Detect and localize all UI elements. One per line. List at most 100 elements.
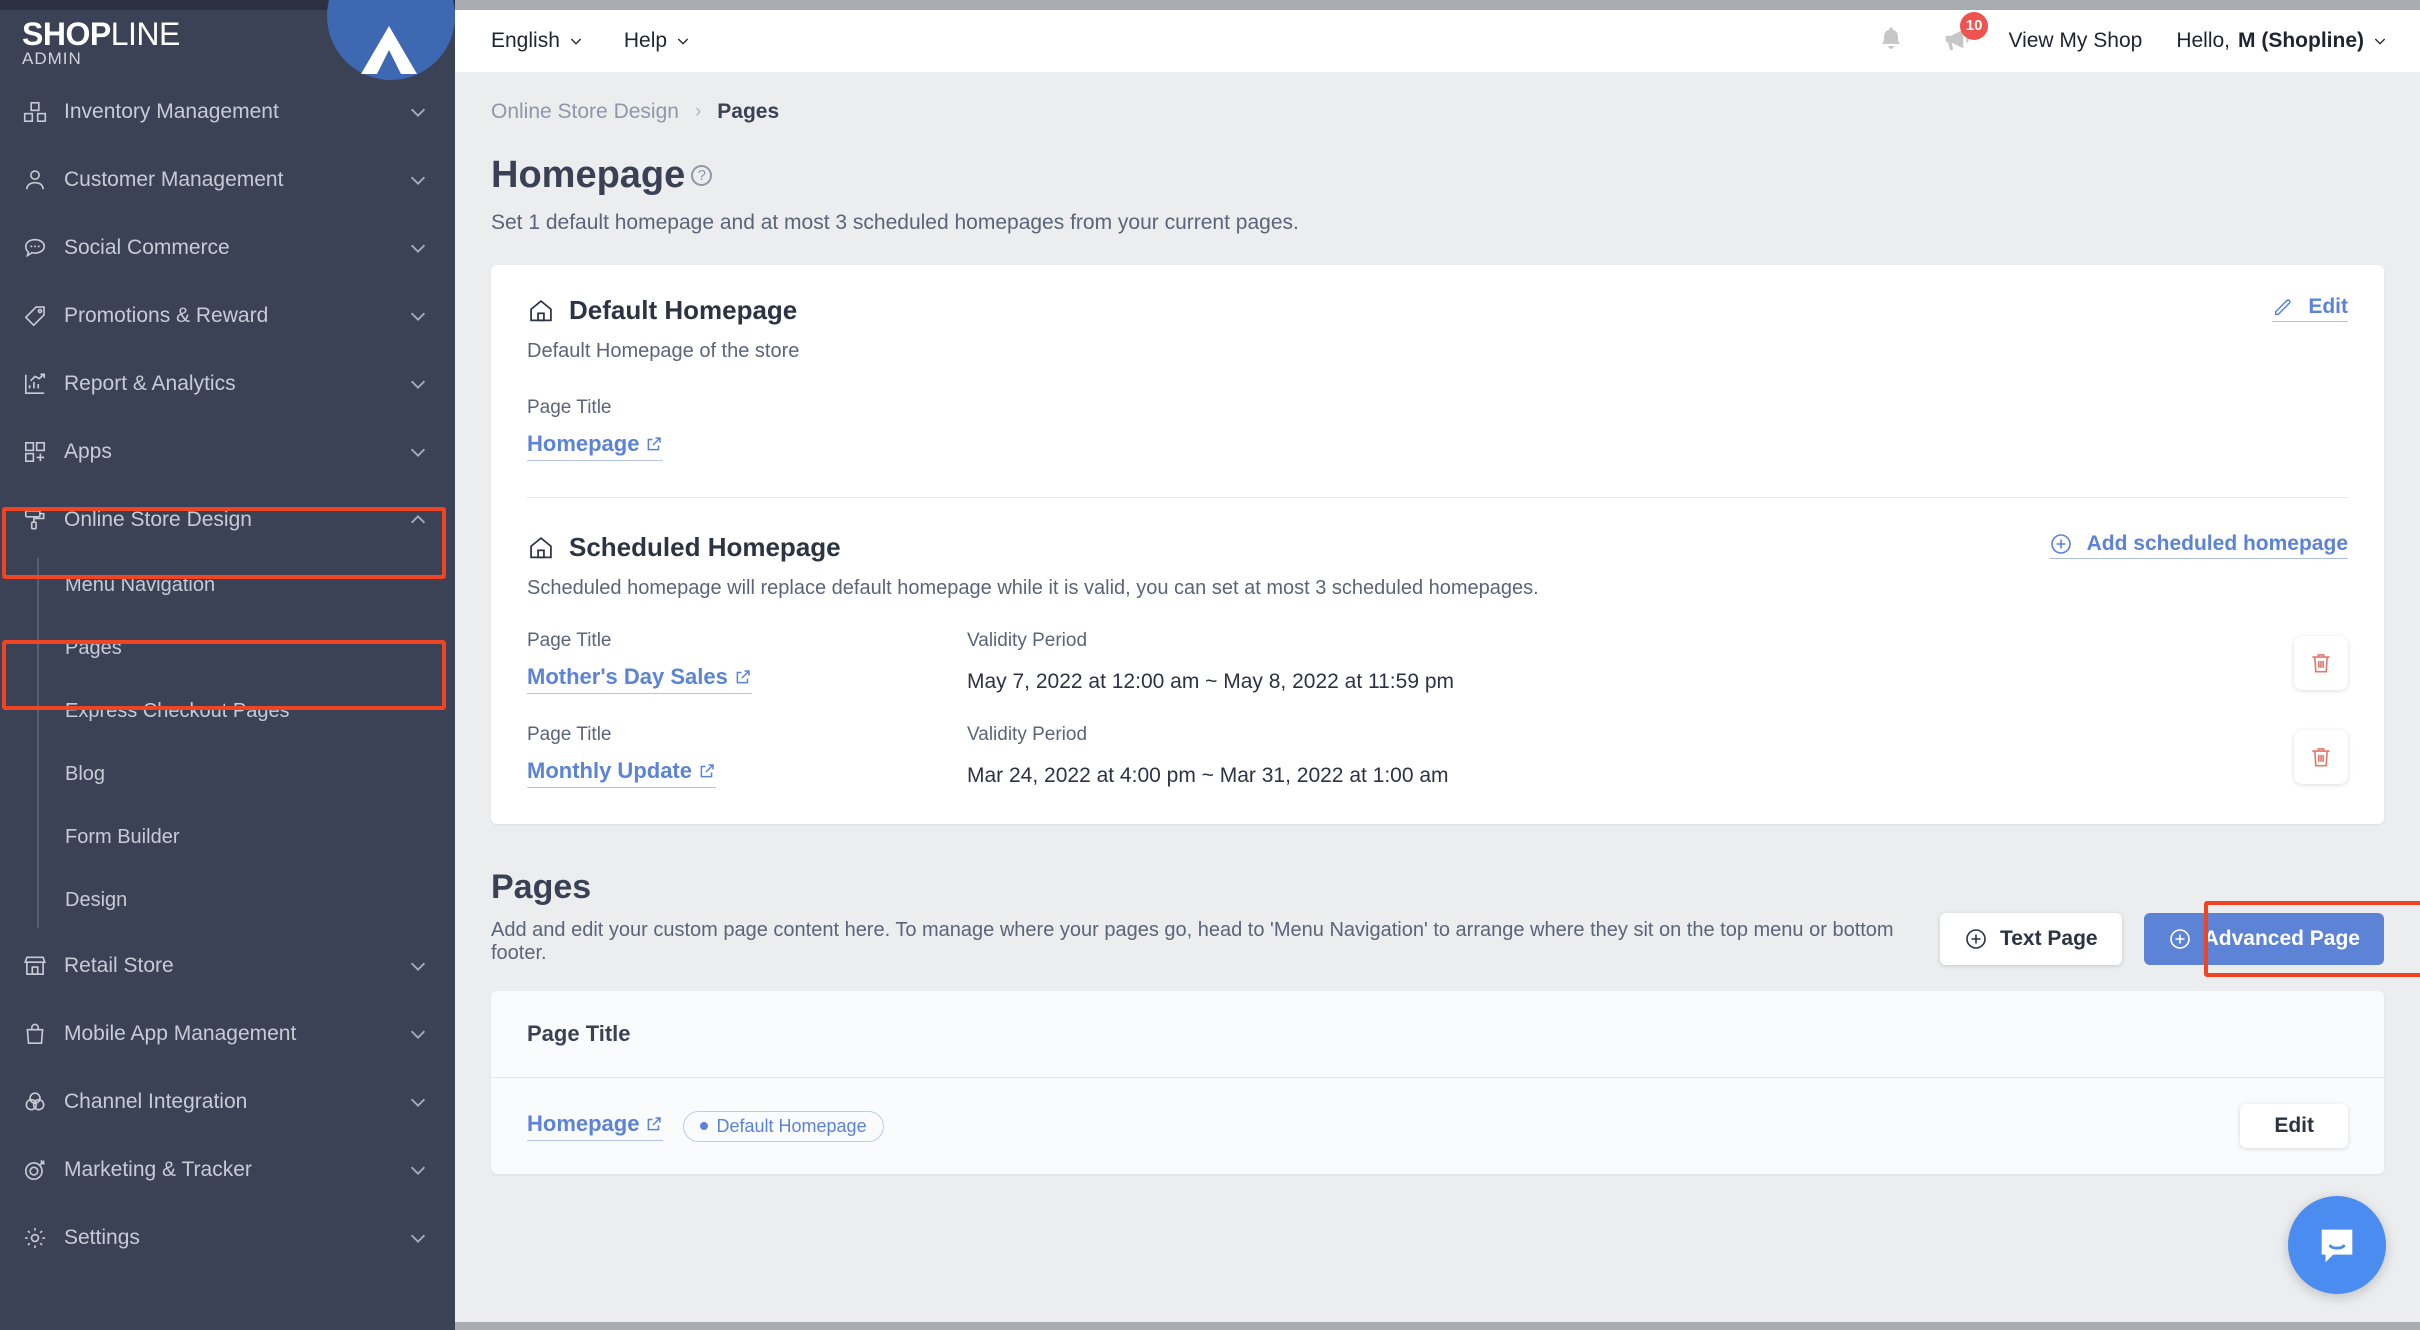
chat-support-button[interactable] <box>2288 1196 2386 1294</box>
sidebar-item-social-commerce[interactable]: Social Commerce <box>0 214 455 282</box>
chevron-down-icon <box>410 1098 426 1107</box>
sidebar-item-label: Settings <box>64 1226 140 1249</box>
default-homepage-page-link[interactable]: Homepage <box>527 431 664 461</box>
sidebar-item-express-checkout-pages[interactable]: Express Checkout Pages <box>0 680 455 743</box>
external-link-icon <box>700 764 714 778</box>
plus-circle-icon <box>1966 929 1986 949</box>
scheduled-validity-value: Mar 24, 2022 at 4:00 pm ~ Mar 31, 2022 a… <box>967 764 1449 787</box>
logo-text-p: P <box>89 16 111 52</box>
pages-section-header: Pages Add and edit your custom page cont… <box>491 868 2420 977</box>
text-page-button[interactable]: Text Page <box>1939 913 2122 965</box>
submenu-rail <box>37 558 39 928</box>
chevron-down-icon <box>410 1234 426 1243</box>
view-my-shop-link[interactable]: View My Shop <box>2008 29 2142 53</box>
sidebar-item-form-builder[interactable]: Form Builder <box>0 806 455 869</box>
scheduled-row-validity-col: Validity Period Mar 24, 2022 at 4:00 pm … <box>967 724 2294 788</box>
brand-logo[interactable]: SH O P LINE ADMIN <box>0 0 455 80</box>
chevron-down-icon <box>410 962 426 971</box>
default-homepage-title: Default Homepage <box>527 295 799 326</box>
breadcrumb-current: Pages <box>717 100 780 123</box>
sidebar-item-label: Online Store Design <box>64 508 252 531</box>
scheduled-validity-value: May 7, 2022 at 12:00 am ~ May 8, 2022 at… <box>967 670 1454 693</box>
help-menu[interactable]: Help <box>624 29 691 53</box>
sidebar-item-retail-store[interactable]: Retail Store <box>0 932 455 1000</box>
page-row-link[interactable]: Homepage <box>527 1111 664 1141</box>
add-scheduled-homepage-button[interactable]: Add scheduled homepage <box>2048 532 2348 559</box>
sidebar-item-menu-navigation[interactable]: Menu Navigation <box>0 554 455 617</box>
sidebar-item-channel-integration[interactable]: Channel Integration <box>0 1068 455 1136</box>
pages-table: Page Title Homepage Default Homepage Edi… <box>491 991 2384 1174</box>
pencil-icon <box>2275 299 2291 316</box>
delete-scheduled-homepage-button[interactable] <box>2294 730 2348 784</box>
page-subtitle: Set 1 default homepage and at most 3 sch… <box>491 211 1299 234</box>
chevron-down-icon <box>2374 38 2386 45</box>
sidebar-submenu-online-store-design: Menu Navigation Pages Express Checkout P… <box>0 554 455 932</box>
chevron-down-icon <box>410 448 426 457</box>
sidebar-item-mobile-app-management[interactable]: Mobile App Management <box>0 1000 455 1068</box>
sidebar-item-label: Report & Analytics <box>64 372 236 395</box>
notification-badge: 10 <box>1959 11 1989 40</box>
sidebar-item-marketing-tracker[interactable]: Marketing & Tracker <box>0 1136 455 1204</box>
sidebar-item-settings[interactable]: Settings <box>0 1204 455 1272</box>
greeting-prefix: Hello, <box>2176 29 2231 52</box>
account-menu[interactable]: Hello, M (Shopline) <box>2176 29 2388 53</box>
default-homepage-description: Default Homepage of the store <box>527 340 800 362</box>
announcements-button[interactable]: 10 <box>1940 11 1989 59</box>
sidebar: SH O P LINE ADMIN Inventory Management C… <box>0 0 455 1330</box>
scheduled-homepage-row: Page Title Mother's Day Sales Validity P… <box>527 630 2348 694</box>
scheduled-row-title-col: Page Title Monthly Update <box>527 724 967 788</box>
help-tooltip-icon[interactable]: ? <box>691 165 713 186</box>
scheduled-page-title: Monthly Update <box>527 758 692 783</box>
text-page-label: Text Page <box>1999 927 2098 950</box>
default-homepage-title-text: Default Homepage <box>569 295 798 325</box>
bag-icon <box>22 1021 56 1047</box>
scheduled-page-link[interactable]: Monthly Update <box>527 758 716 788</box>
row-edit-button[interactable]: Edit <box>2240 1104 2348 1148</box>
scheduled-page-link[interactable]: Mother's Day Sales <box>527 664 752 694</box>
sidebar-item-design[interactable]: Design <box>0 869 455 932</box>
sidebar-item-apps[interactable]: Apps <box>0 418 455 486</box>
advanced-page-button[interactable]: Advanced Page <box>2143 913 2384 965</box>
home-icon <box>530 536 552 558</box>
external-link-icon <box>736 670 750 684</box>
sidebar-item-online-store-design[interactable]: Online Store Design <box>0 486 455 554</box>
add-scheduled-homepage-label: Add scheduled homepage <box>2086 532 2348 555</box>
chevron-down-icon <box>410 312 426 321</box>
pages-table-header: Page Title <box>491 991 2384 1078</box>
default-homepage-badge: Default Homepage <box>683 1110 884 1142</box>
page-title-field-label: Page Title <box>527 724 612 745</box>
sidebar-item-report-analytics[interactable]: Report & Analytics <box>0 350 455 418</box>
status-dot-icon <box>700 1122 709 1130</box>
scheduled-homepage-header: Scheduled Homepage Scheduled homepage wi… <box>527 532 2348 600</box>
breadcrumb-parent-link[interactable]: Online Store Design <box>491 100 679 124</box>
browser-top-strip <box>455 0 2420 10</box>
sidebar-subitem-label: Express Checkout Pages <box>65 700 290 722</box>
default-homepage-page-title: Homepage <box>527 431 640 456</box>
sidebar-item-promotions-reward[interactable]: Promotions & Reward <box>0 282 455 350</box>
sidebar-subitem-label: Form Builder <box>65 826 180 848</box>
sidebar-item-blog[interactable]: Blog <box>0 743 455 806</box>
language-label: English <box>491 29 560 52</box>
bell-icon[interactable] <box>1876 24 1906 59</box>
sidebar-item-pages[interactable]: Pages <box>0 617 455 680</box>
help-label: Help <box>623 29 668 52</box>
header-right-actions: 10 View My Shop Hello, M (Shopline) <box>1876 11 2388 59</box>
sidebar-item-customer-management[interactable]: Customer Management <box>0 146 455 214</box>
external-link-icon <box>648 1117 662 1131</box>
page-content: Online Store Design › Pages Homepage ? S… <box>455 72 2420 1330</box>
sidebar-item-label: Customer Management <box>64 168 284 191</box>
scheduled-homepage-title-text: Scheduled Homepage <box>569 532 841 562</box>
top-header: English Help 10 View My Shop Hello, M (S… <box>455 10 2420 72</box>
edit-default-homepage-button[interactable]: Edit <box>2272 295 2348 322</box>
scheduled-page-title: Mother's Day Sales <box>527 664 728 689</box>
external-link-icon <box>648 437 662 451</box>
language-selector[interactable]: English <box>491 29 584 53</box>
sidebar-item-label: Marketing & Tracker <box>64 1158 252 1181</box>
edit-label: Edit <box>2308 295 2348 318</box>
sidebar-subitem-label: Blog <box>65 763 106 785</box>
apps-icon <box>22 439 56 465</box>
delete-scheduled-homepage-button[interactable] <box>2294 636 2348 690</box>
sidebar-nav: Inventory Management Customer Management <box>0 78 455 1272</box>
table-row: Homepage Default Homepage Edit <box>491 1078 2384 1174</box>
sidebar-item-inventory-management[interactable]: Inventory Management <box>0 78 455 146</box>
